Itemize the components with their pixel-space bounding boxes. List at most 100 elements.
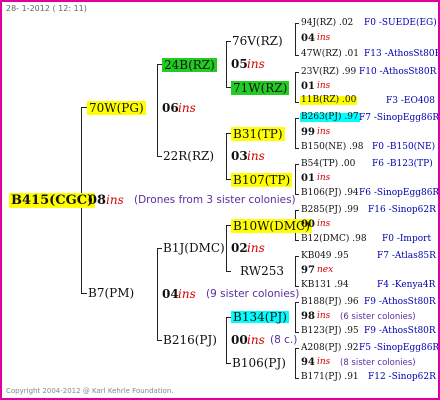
g4-0-topr: F0 -SUEDE(EG) [364, 18, 437, 28]
g4-3-bot[interactable]: B106(PJ) .94 [301, 189, 359, 198]
g4-7-bot[interactable]: B171(PJ) .91 [301, 373, 359, 382]
g4-1-top[interactable]: 23V(RZ) .99 [301, 68, 356, 77]
connector [295, 23, 296, 55]
g2-b-queen[interactable]: 22R(RZ) [163, 150, 214, 162]
copyright-footer: Copyright 2004-2012 @ Karl Kehrle Founda… [6, 387, 174, 395]
root-year: 08 [88, 193, 107, 208]
connector [295, 256, 296, 286]
connector [295, 164, 299, 165]
g3-d1-queen[interactable]: B134(PJ) [231, 311, 289, 323]
g2-c-ins: ins [247, 241, 265, 255]
g4-0-mid: 04 [301, 33, 315, 44]
g3-d2-queen[interactable]: B106(PJ) [232, 357, 286, 369]
g2-a-queen[interactable]: 24B(RZ) [162, 58, 217, 72]
connector [295, 240, 299, 241]
g4-5-bot[interactable]: KB131 .94 [301, 281, 349, 290]
g2-d-queen[interactable]: B216(PJ) [163, 334, 217, 346]
g4-4-mid: 00 [301, 219, 315, 230]
g4-1-botr: F3 -EO408 [386, 96, 435, 106]
connector [295, 256, 299, 257]
connector [295, 118, 299, 119]
connector [157, 248, 162, 249]
connector [226, 363, 231, 364]
g4-5-botr: F4 -Kenya4R [377, 280, 436, 290]
g3-c1-queen[interactable]: B10W(DMC) [231, 219, 312, 233]
g4-0-bot[interactable]: 47W(RZ) .01 [301, 50, 359, 59]
connector [295, 72, 296, 102]
g4-7-top[interactable]: A208(PJ) .92 [301, 344, 359, 353]
g4-2-midi: ins [317, 127, 331, 137]
g1-bottom-note: (9 sister colonies) [206, 288, 300, 300]
connector [226, 133, 227, 179]
connector [295, 348, 299, 349]
connector [295, 102, 299, 103]
g4-2-topr: F7 -SinopEgg86R [359, 113, 440, 123]
g4-5-midi: nex [317, 265, 334, 275]
g4-6-top[interactable]: B188(PJ) .96 [301, 298, 359, 307]
g4-2-botr: F0 -B150(NE) [372, 142, 436, 152]
g2-c-queen[interactable]: B1J(DMC) [163, 242, 225, 254]
pedigree-chart: 28- 1-2012 ( 12: 11) B415(CGC) 08 ins (D… [0, 0, 440, 400]
connector [81, 293, 87, 294]
connector [157, 248, 158, 340]
g3-a1-queen[interactable]: 76V(RZ) [232, 35, 283, 47]
g4-1-midi: ins [317, 81, 331, 91]
g4-4-bot[interactable]: B12(DMC) .98 [301, 235, 367, 244]
g4-7-botr: F12 -Sinop62R [368, 372, 436, 382]
g3-b2-queen[interactable]: B107(TP) [231, 173, 293, 187]
g1-bottom-year: 04 [162, 287, 179, 301]
connector [295, 286, 299, 287]
connector [295, 55, 299, 56]
g2-b-ins: ins [247, 149, 265, 163]
g4-4-top[interactable]: B285(PJ) .99 [301, 206, 359, 215]
g4-0-botr: F13 -AthosSt80R [364, 49, 440, 59]
g4-7-topr: F5 -SinopEgg86R [359, 343, 440, 353]
g1-top-queen[interactable]: 70W(PG) [87, 101, 146, 115]
g4-2-mid: 99 [301, 127, 315, 138]
connector [157, 156, 162, 157]
g4-3-botr: F6 -SinopEgg86R [359, 188, 440, 198]
g1-bottom-queen[interactable]: B7(PM) [88, 287, 134, 299]
connector [295, 148, 299, 149]
root-queen[interactable]: B415(CGC) [9, 193, 96, 208]
g4-6-midi: ins [317, 311, 331, 321]
connector [157, 64, 158, 156]
g4-6-bot[interactable]: B123(PJ) .95 [301, 327, 359, 336]
g1-bottom-ins: ins [178, 287, 196, 301]
g4-0-top[interactable]: 94J(RZ) .02 [301, 19, 353, 28]
connector [226, 41, 227, 87]
connector [295, 378, 299, 379]
g4-6-mid: 98 [301, 311, 315, 322]
g4-6-botr: F9 -AthosSt80R [364, 326, 436, 336]
g4-3-topr: F6 -B123(TP) [372, 159, 433, 169]
g4-5-mid: 97 [301, 265, 315, 276]
g3-a2-queen[interactable]: 71W(RZ) [231, 81, 290, 95]
g4-3-mid: 01 [301, 173, 315, 184]
g2-d-year: 00 [231, 333, 248, 347]
g2-b-year: 03 [231, 149, 248, 163]
connector [295, 72, 299, 73]
g4-4-topr: F16 -Sinop62R [368, 205, 436, 215]
connector [226, 317, 227, 363]
g4-2-bot[interactable]: B150(NE) .98 [301, 143, 363, 152]
g4-3-midi: ins [317, 173, 331, 183]
connector [295, 302, 299, 303]
g2-d-ins: ins [247, 333, 265, 347]
g4-5-topr: F7 -Atlas85R [377, 251, 436, 261]
g1-top-ins: ins [178, 101, 196, 115]
connector [157, 340, 162, 341]
g4-4-midi: ins [317, 219, 331, 229]
g4-7-mid: 94 [301, 357, 315, 368]
g2-a-ins: ins [247, 57, 265, 71]
connector [295, 118, 296, 148]
g2-a-year: 05 [231, 57, 248, 71]
root-ins: ins [106, 193, 124, 207]
connector [295, 348, 296, 378]
g4-2-top[interactable]: B263(PJ) .97 [300, 113, 360, 122]
g4-3-top[interactable]: B54(TP) .00 [301, 160, 355, 169]
connector [226, 225, 227, 271]
g4-5-top[interactable]: KB049 .95 [301, 252, 349, 261]
g3-b1-queen[interactable]: B31(TP) [231, 127, 285, 141]
g4-1-bot[interactable]: 11B(RZ) .00 [300, 96, 358, 105]
g3-c2-queen[interactable]: RW253 [240, 265, 284, 277]
